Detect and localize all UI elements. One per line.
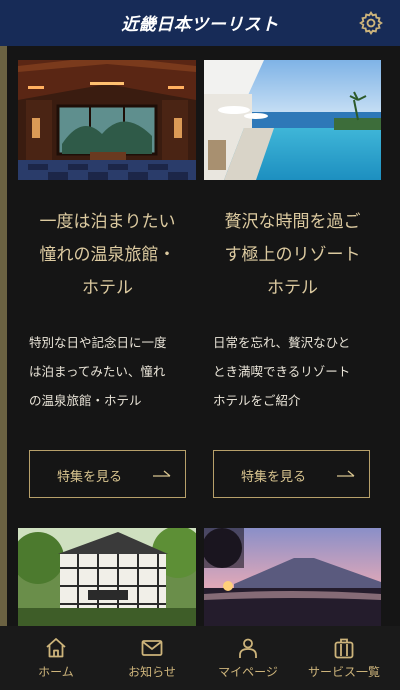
card-title-resort[interactable]: 贅沢な時間を過ご す極上のリゾート ホテル	[205, 206, 380, 305]
long-arrow-right-icon	[337, 470, 355, 477]
tab-label: マイページ	[218, 665, 278, 679]
card-title-line: 憧れの温泉旅館・	[39, 245, 176, 265]
tab-label: サービス一覧	[307, 665, 380, 679]
envelope-icon	[141, 640, 163, 656]
tab-services[interactable]: サービス一覧	[294, 626, 394, 690]
feature-button-ryokan[interactable]: 特集を見る	[29, 450, 186, 498]
tab-mypage[interactable]: マイページ	[198, 626, 298, 690]
card-title-line: ホテル	[267, 278, 318, 298]
card-title-line: 贅沢な時間を過ご	[224, 212, 361, 232]
card-desc-line: は泊まってみたい、憧れ	[29, 364, 166, 379]
card-title-line: す極上のリゾート	[224, 245, 361, 265]
long-arrow-right-icon	[153, 470, 171, 477]
card-title-line: ホテル	[82, 278, 133, 298]
card-desc-line: 日常を忘れ、贅沢なひと	[213, 335, 351, 350]
suitcase-icon	[334, 638, 354, 659]
card-image-sunset-onsen[interactable]	[204, 528, 381, 626]
tab-label: ホーム	[38, 665, 74, 679]
card-desc-line: 特別な日や記念日に一度	[29, 335, 167, 350]
card-title-ryokan[interactable]: 一度は泊まりたい 憧れの温泉旅館・ ホテル	[20, 206, 195, 305]
brand-logo[interactable]: 近畿日本ツーリスト	[0, 10, 400, 35]
card-desc-line: の温泉旅館・ホテル	[29, 393, 142, 408]
feature-button-resort[interactable]: 特集を見る	[213, 450, 370, 498]
app-header: 近畿日本ツーリスト	[0, 0, 400, 46]
card-image-resort[interactable]	[204, 60, 381, 180]
content-area[interactable]: 一度は泊まりたい 憧れの温泉旅館・ ホテル 特別な日や記念日に一度 は泊まってみ…	[0, 46, 400, 626]
side-accent-strip	[0, 46, 7, 626]
feature-button-label: 特集を見る	[56, 470, 122, 485]
home-icon	[46, 638, 66, 658]
tab-notifications[interactable]: お知らせ	[102, 626, 202, 690]
tab-home[interactable]: ホーム	[6, 626, 106, 690]
feature-button-label: 特集を見る	[240, 470, 306, 485]
tab-label: お知らせ	[128, 665, 176, 679]
card-desc-resort: 日常を忘れ、贅沢なひと とき満喫できるリゾート ホテルをご紹介	[213, 328, 378, 415]
card-title-line: 一度は泊まりたい	[39, 212, 176, 232]
card-desc-line: とき満喫できるリゾート	[213, 364, 351, 379]
card-desc-ryokan: 特別な日や記念日に一度 は泊まってみたい、憧れ の温泉旅館・ホテル	[29, 328, 194, 415]
card-image-western-hotel[interactable]	[18, 528, 196, 626]
bottom-tab-bar: ホーム お知らせ マイページ サービス一覧	[0, 626, 400, 690]
person-icon	[239, 638, 257, 658]
gear-icon[interactable]	[358, 10, 384, 36]
card-image-ryokan[interactable]	[18, 60, 196, 180]
card-desc-line: ホテルをご紹介	[213, 393, 301, 408]
